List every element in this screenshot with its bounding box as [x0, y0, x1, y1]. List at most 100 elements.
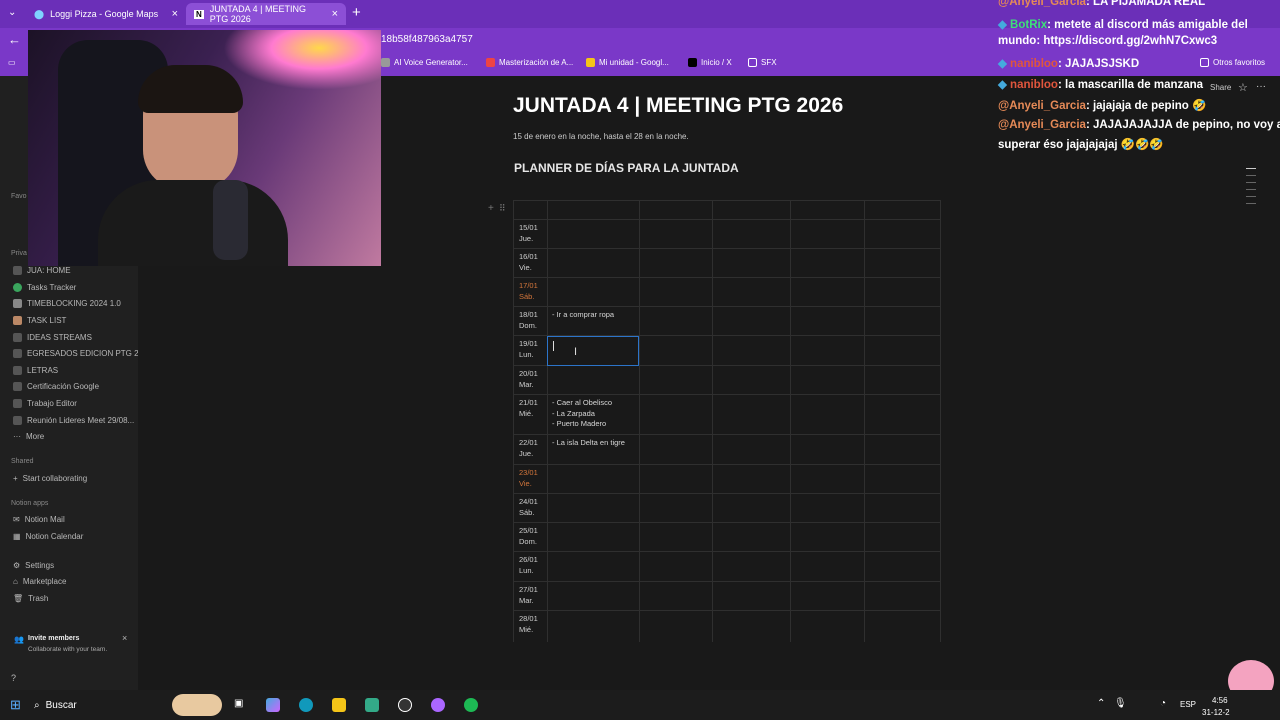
sidebar-item-task-list[interactable]: TASK LIST — [13, 316, 66, 325]
sidebar-item-letras[interactable]: LETRAS — [13, 366, 58, 375]
microphone-icon[interactable]: 🎙 — [1114, 698, 1127, 709]
sidebar-item-marketplace[interactable]: ⌂ Marketplace — [13, 577, 66, 586]
bookmark-drive[interactable]: Mi unidad - Googl... — [586, 58, 669, 67]
tab-label: Loggi Pizza - Google Maps — [50, 9, 159, 19]
url-text[interactable]: 18b58f487963a4757 — [381, 34, 473, 45]
table-row-divider — [513, 394, 941, 395]
planner-day-cell[interactable]: 26/01 Lun. — [519, 555, 538, 576]
back-arrow-icon[interactable]: ← — [8, 32, 21, 47]
planner-day-cell[interactable]: 21/01 Mié. — [519, 398, 538, 419]
sidebar-item-label: TASK LIST — [27, 316, 67, 325]
sidebar-item-notion-calendar[interactable]: ▦ Notion Calendar — [13, 532, 83, 541]
chat-message: ◆ BotRix: metete al discord más amigable… — [998, 17, 1248, 31]
add-block-plus-icon[interactable]: + — [488, 203, 494, 214]
language-indicator[interactable]: ESP — [1180, 700, 1196, 709]
store-icon[interactable] — [365, 698, 379, 712]
taskbar-search-box[interactable]: ⌕ Buscar — [34, 695, 164, 715]
bookmark-sfx[interactable]: SFX — [748, 58, 777, 67]
sidebar-item-label: Notion Mail — [24, 515, 65, 524]
search-icon: ⌕ — [34, 699, 40, 711]
sidebar-item-label: Reunión Lideres Meet 29/08... — [27, 416, 135, 425]
planner-day-cell[interactable]: 28/01 Mié. — [519, 614, 538, 635]
sidebar-item-more[interactable]: ··· More — [13, 432, 44, 441]
tab-google-maps[interactable]: ⬤ Loggi Pizza - Google Maps × — [26, 3, 186, 25]
bookmark-masterizacion[interactable]: Masterización de A... — [486, 58, 573, 67]
file-explorer-icon[interactable] — [332, 698, 346, 712]
table-row-divider — [513, 464, 941, 465]
drag-handle-icon[interactable]: ⠿ — [499, 203, 506, 214]
planner-day-cell[interactable]: 20/01 Mar. — [519, 369, 538, 390]
clock-date[interactable]: 31-12-2 — [1202, 708, 1230, 717]
planner-day-cell[interactable]: 18/01 Dom. — [519, 310, 538, 331]
planner-day-cell[interactable]: 16/01 Vie. — [519, 252, 538, 273]
sidebar-item-ideas-streams[interactable]: IDEAS STREAMS — [13, 333, 92, 342]
planner-task-cell[interactable]: - Caer al Obelisco - La Zarpada - Puerto… — [552, 398, 612, 430]
chat-text: : LA PIJAMADA REAL — [1085, 0, 1206, 8]
windows-start-icon[interactable]: ⊞ — [10, 697, 21, 713]
sidebar-item-home[interactable]: JUA: HOME — [13, 266, 71, 275]
page-title[interactable]: JUNTADA 4 | MEETING PTG 2026 — [513, 94, 843, 118]
chat-message: ◆ nanibloo: la mascarilla de manzana — [998, 77, 1203, 91]
bookmark-x[interactable]: Inicio / X — [688, 58, 732, 67]
sidebar-item-timeblocking[interactable]: TIMEBLOCKING 2024 1.0 — [13, 299, 121, 308]
new-tab-icon[interactable]: + — [352, 4, 361, 21]
sidebar-item-label: Trabajo Editor — [27, 399, 77, 408]
chatgpt-icon[interactable] — [398, 698, 412, 712]
table-row-divider — [513, 581, 941, 582]
sidebar-item-notion-mail[interactable]: ✉ Notion Mail — [13, 515, 65, 524]
sidebar-item-reunion[interactable]: Reunión Lideres Meet 29/08... — [13, 416, 134, 425]
planner-heading[interactable]: PLANNER DE DÍAS PARA LA JUNTADA — [514, 161, 739, 175]
close-icon[interactable]: × — [122, 633, 127, 643]
selected-cell[interactable]: I — [547, 336, 639, 366]
planner-day-cell[interactable]: 15/01 Jue. — [519, 223, 538, 244]
wifi-icon[interactable]: ◔ — [1160, 698, 1166, 709]
chat-message: superar éso jajajajajaj 🤣🤣🤣 — [998, 137, 1164, 151]
task-view-icon[interactable]: ▣ — [234, 698, 243, 709]
planner-task-cell[interactable]: - Ir a comprar ropa — [552, 310, 614, 321]
messenger-icon[interactable] — [431, 698, 445, 712]
marketplace-icon: ⌂ — [13, 577, 18, 586]
planner-day-cell[interactable]: 27/01 Mar. — [519, 585, 538, 606]
page-subtitle[interactable]: 15 de enero en la noche, hasta el 28 en … — [513, 132, 689, 141]
sidebar-item-egresados[interactable]: EGRESADOS EDICION PTG 24' — [13, 349, 145, 358]
sidebar-item-start-collaborating[interactable]: + Start collaborating — [13, 474, 87, 483]
shared-section-label: Shared — [11, 458, 34, 465]
spotify-icon[interactable] — [464, 698, 478, 712]
calendar-icon: ▦ — [13, 532, 21, 541]
sidebar-item-trabajo-editor[interactable]: Trabajo Editor — [13, 399, 77, 408]
planner-day-cell[interactable]: 25/01 Dom. — [519, 526, 538, 547]
planner-day-cell[interactable]: 19/01 Lun. — [519, 339, 538, 360]
tab-list-chevron-icon[interactable]: ⌄ — [8, 7, 16, 18]
page-icon — [13, 333, 22, 342]
sidebar-item-certificacion[interactable]: Certificación Google — [13, 382, 99, 391]
help-icon[interactable]: ? — [11, 673, 16, 683]
chat-username: @Anyeli_Garcia — [998, 119, 1086, 131]
table-column-divider — [790, 200, 791, 642]
bookmark-icon — [381, 58, 390, 67]
tab-notion-page[interactable]: N JUNTADA 4 | MEETING PTG 2026 × — [186, 3, 346, 25]
planner-day-cell[interactable]: 17/01 Sáb. — [519, 281, 538, 302]
planner-task-cell[interactable]: - La isla Delta en tigre — [552, 438, 625, 449]
text-cursor — [553, 341, 554, 351]
sidebar-item-trash[interactable]: 🗑 Trash — [13, 594, 48, 603]
sidebar-item-tasks-tracker[interactable]: Tasks Tracker — [13, 283, 76, 292]
tray-chevron-icon[interactable]: ⌃ — [1097, 698, 1105, 709]
stream-chat-overlay: @Anyeli_Garcia : LA PIJAMADA REAL ◆ BotRi… — [996, 0, 1280, 155]
edge-browser-icon[interactable] — [299, 698, 313, 712]
planner-day-cell[interactable]: 24/01 Sáb. — [519, 497, 538, 518]
chat-username: nanibloo — [1010, 58, 1058, 70]
invite-members-card[interactable]: 👥 Invite members Collaborate with your t… — [6, 630, 132, 660]
outline-toc-lines[interactable] — [1246, 168, 1256, 204]
planner-day-cell[interactable]: 23/01 Vie. — [519, 468, 538, 489]
close-tab-icon[interactable]: × — [332, 8, 338, 20]
bookmark-label: Mi unidad - Googl... — [599, 58, 669, 67]
sidebar-item-settings[interactable]: ⚙ Settings — [13, 561, 54, 570]
sidebar-toggle-icon[interactable]: ▭ — [8, 58, 16, 67]
planner-day-cell[interactable]: 22/01 Jue. — [519, 438, 538, 459]
clock-time[interactable]: 4:56 — [1212, 696, 1228, 705]
map-pin-icon: ⬤ — [34, 8, 45, 19]
copilot-icon[interactable] — [266, 698, 280, 712]
table-row-divider — [513, 522, 941, 523]
close-tab-icon[interactable]: × — [172, 8, 178, 20]
bookmark-ai-voice[interactable]: AI Voice Generator... — [381, 58, 468, 67]
